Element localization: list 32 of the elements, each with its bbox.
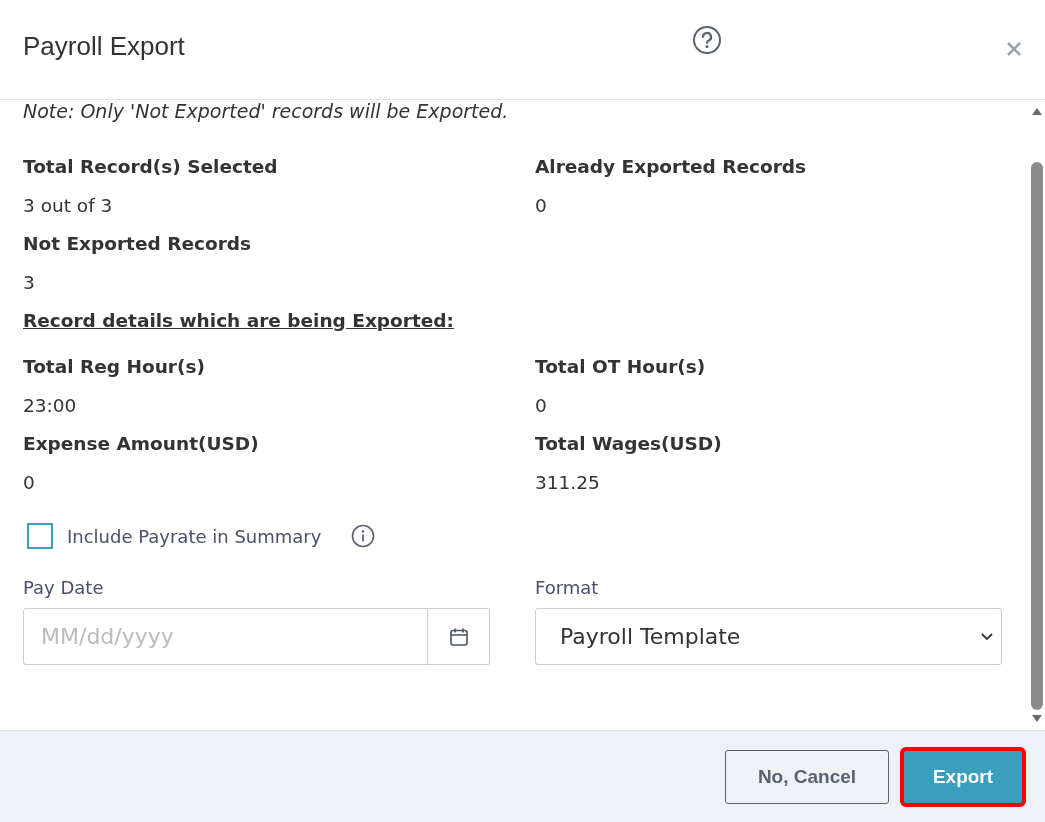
- info-icon[interactable]: [351, 524, 376, 548]
- field-value: 3: [23, 271, 36, 295]
- format-dropdown[interactable]: Payroll Template: [535, 608, 1002, 665]
- field-value: 0: [23, 471, 36, 495]
- field-value: 0: [535, 194, 548, 218]
- field-label: Total Wages(USD): [535, 432, 723, 456]
- scroll-down-icon[interactable]: [1031, 714, 1043, 724]
- chevron-icon: [981, 632, 993, 641]
- field-label: Total Reg Hour(s): [23, 355, 206, 379]
- field-value: 23:00: [23, 394, 78, 418]
- dialog-title: Payroll Export: [23, 31, 185, 62]
- field-label: Not Exported Records: [23, 232, 253, 256]
- scroll-up-icon[interactable]: [1031, 106, 1043, 116]
- calendar-icon: [448, 626, 469, 647]
- cancel-button[interactable]: No, Cancel: [725, 749, 889, 804]
- field-value: 311.25: [535, 471, 601, 495]
- field-value: 0: [535, 394, 548, 418]
- note-text: Note: Only 'Not Exported' records will be Exported.: [23, 100, 510, 122]
- help-icon[interactable]: [692, 25, 722, 55]
- field-label: Format: [535, 577, 600, 598]
- date-field[interactable]: MM/dd/yyyy: [23, 608, 428, 665]
- checkbox[interactable]: [27, 523, 53, 549]
- section-heading: Record details which are being Exported:: [23, 309, 455, 333]
- field-label: Pay Date: [23, 577, 105, 598]
- field-label: Total OT Hour(s): [535, 355, 707, 379]
- close-icon[interactable]: [1007, 42, 1021, 56]
- calendar-button[interactable]: [428, 608, 490, 665]
- field-label: Already Exported Records: [535, 155, 808, 179]
- field-label: Total Record(s) Selected: [23, 155, 279, 179]
- field-label: Expense Amount(USD): [23, 432, 260, 456]
- checkbox-label[interactable]: Include Payrate in Summary: [67, 525, 322, 547]
- field-value: 3 out of 3: [23, 194, 114, 218]
